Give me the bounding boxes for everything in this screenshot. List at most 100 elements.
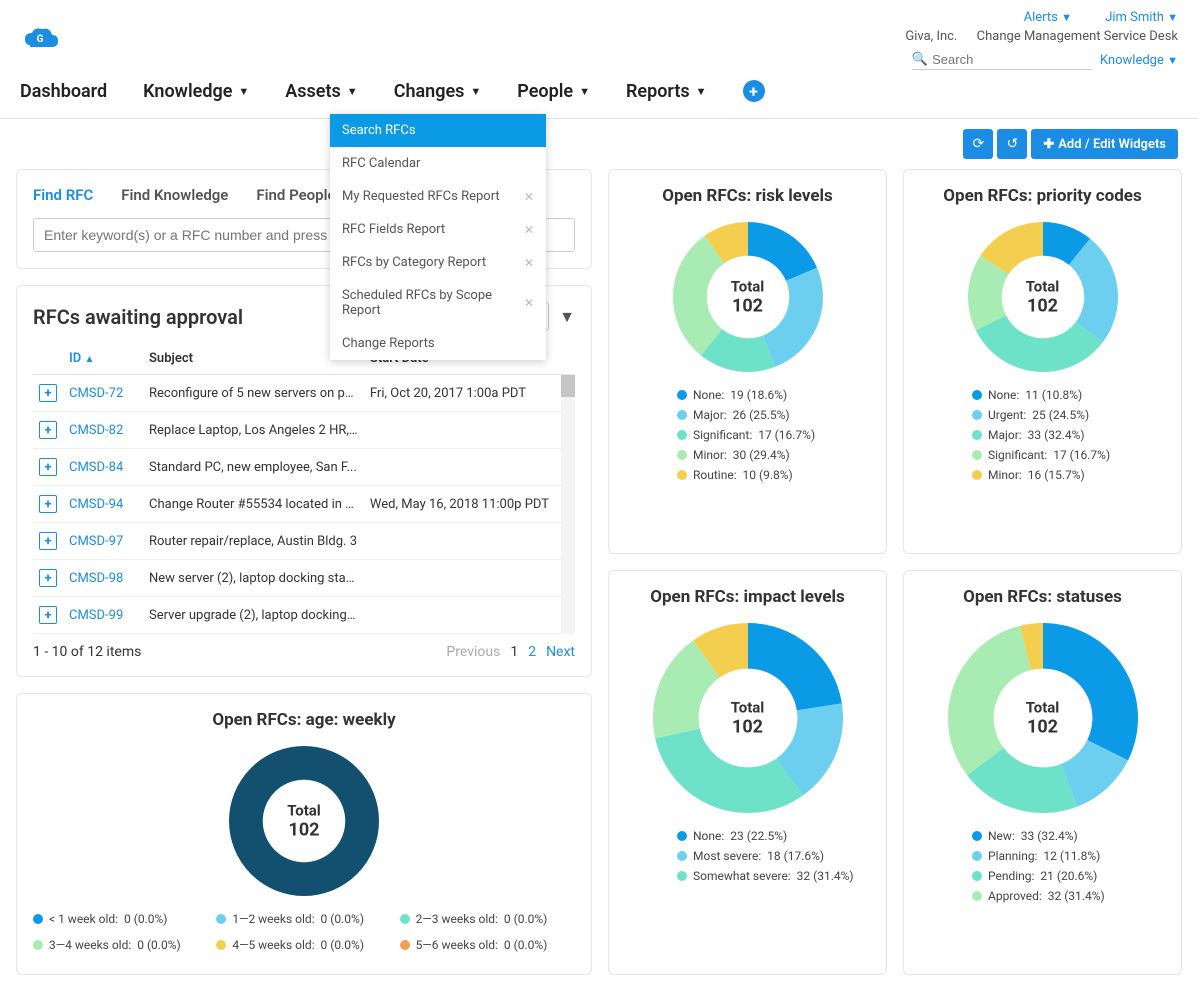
expand-button[interactable]: + [39, 569, 57, 587]
chevron-down-icon: ▼ [347, 85, 358, 98]
legend-dot-icon [677, 430, 687, 440]
legend-item: 2—3 weeks old: 0 (0.0%) [400, 912, 575, 926]
dropdown-item[interactable]: Scheduled RFCs by Scope Report✕ [330, 279, 546, 327]
chart-title: Open RFCs: priority codes [920, 186, 1165, 206]
dropdown-item[interactable]: Search RFCs [330, 114, 546, 147]
table-row: + CMSD-99 Server upgrade (2), laptop doc… [33, 597, 575, 634]
table-row: + CMSD-84 Standard PC, new employee, San… [33, 449, 575, 486]
nav-people[interactable]: People▼ [517, 81, 590, 102]
expand-button[interactable]: + [39, 532, 57, 550]
legend-dot-icon [33, 940, 43, 950]
table-row: + CMSD-98 New server (2), laptop docking… [33, 560, 575, 597]
dropdown-item[interactable]: My Requested RFCs Report✕ [330, 180, 546, 213]
add-edit-widgets-button[interactable]: ✚Add / Edit Widgets [1031, 129, 1178, 159]
filter-icon[interactable]: ▼ [559, 307, 575, 327]
pagination-next[interactable]: Next [546, 644, 575, 660]
expand-button[interactable]: + [39, 495, 57, 513]
close-icon[interactable]: ✕ [524, 256, 534, 270]
dropdown-item-label: RFCs by Category Report [342, 255, 486, 270]
legend-item: Major: 33 (32.4%) [972, 428, 1165, 442]
nav-assets[interactable]: Assets▼ [285, 81, 357, 102]
rfc-id-link[interactable]: CMSD-94 [63, 486, 143, 523]
find-rfc-tab[interactable]: Find RFC [33, 186, 93, 204]
rfc-id-link[interactable]: CMSD-99 [63, 597, 143, 634]
plus-icon: ✚ [1043, 137, 1054, 152]
dropdown-item-label: Search RFCs [342, 123, 416, 138]
dropdown-item[interactable]: RFC Calendar [330, 147, 546, 180]
legend-label: Major: 33 (32.4%) [988, 428, 1085, 442]
rfc-id-link[interactable]: CMSD-84 [63, 449, 143, 486]
legend-dot-icon [972, 891, 982, 901]
legend-dot-icon [972, 430, 982, 440]
legend-item: 4—5 weeks old: 0 (0.0%) [216, 938, 391, 952]
legend-label: None: 11 (10.8%) [988, 388, 1082, 402]
legend-item: < 1 week old: 0 (0.0%) [33, 912, 208, 926]
rfc-id-link[interactable]: CMSD-82 [63, 412, 143, 449]
legend-item: 5—6 weeks old: 0 (0.0%) [400, 938, 575, 952]
legend-label: Minor: 30 (29.4%) [693, 448, 790, 462]
chart-title: Open RFCs: age: weekly [33, 710, 575, 730]
rfc-id-link[interactable]: CMSD-72 [63, 375, 143, 412]
legend-dot-icon [400, 914, 410, 924]
legend-dot-icon [677, 450, 687, 460]
rfc-id-link[interactable]: CMSD-98 [63, 560, 143, 597]
donut-total-label: Total [1026, 699, 1060, 717]
legend-label: Routine: 10 (9.8%) [693, 468, 793, 482]
add-button[interactable]: + [743, 80, 765, 102]
legend-dot-icon [677, 831, 687, 841]
alerts-link[interactable]: Alerts ▼ [1024, 10, 1072, 25]
chart-legend: < 1 week old: 0 (0.0%) 1—2 weeks old: 0 … [33, 912, 575, 958]
awaiting-title: RFCs awaiting approval [33, 305, 243, 329]
nav-knowledge[interactable]: Knowledge▼ [143, 81, 249, 102]
col-id[interactable]: ID ▲ [63, 343, 143, 375]
legend-item: Most severe: 18 (17.6%) [677, 849, 870, 863]
legend-dot-icon [972, 871, 982, 881]
expand-button[interactable]: + [39, 458, 57, 476]
chart-legend: None: 23 (22.5%) Most severe: 18 (17.6%)… [625, 829, 870, 883]
pagination-page-2[interactable]: 2 [528, 644, 536, 660]
legend-dot-icon [216, 940, 226, 950]
search-icon: 🔍 [912, 52, 928, 67]
legend-item: Planning: 12 (11.8%) [972, 849, 1165, 863]
service-desk-label: Change Management Service Desk [977, 29, 1178, 44]
close-icon[interactable]: ✕ [524, 223, 534, 237]
pagination-page-1[interactable]: 1 [510, 644, 518, 660]
refresh-button[interactable]: ⟳ [963, 129, 993, 159]
nav-reports[interactable]: Reports▼ [626, 81, 707, 102]
global-search[interactable]: 🔍 [912, 50, 1092, 70]
table-row: + CMSD-97 Router repair/replace, Austin … [33, 523, 575, 560]
knowledge-filter-link[interactable]: Knowledge ▼ [1100, 53, 1178, 68]
close-icon[interactable]: ✕ [524, 190, 534, 204]
pagination-prev[interactable]: Previous [446, 644, 500, 660]
nav-changes[interactable]: Changes▼ [394, 81, 482, 102]
find-people-tab[interactable]: Find People [256, 186, 335, 204]
legend-item: New: 33 (32.4%) [972, 829, 1165, 843]
legend-item: None: 23 (22.5%) [677, 829, 870, 843]
legend-dot-icon [972, 390, 982, 400]
scrollbar[interactable] [561, 375, 575, 634]
legend-item: 3—4 weeks old: 0 (0.0%) [33, 938, 208, 952]
undo-icon: ↺ [1006, 136, 1018, 152]
undo-button[interactable]: ↺ [997, 129, 1027, 159]
legend-label: Significant: 17 (16.7%) [693, 428, 815, 442]
legend-dot-icon [972, 410, 982, 420]
nav-dashboard[interactable]: Dashboard [20, 81, 107, 102]
donut-total-value: 102 [731, 296, 765, 317]
expand-button[interactable]: + [39, 606, 57, 624]
search-input[interactable] [928, 50, 1068, 69]
dropdown-item[interactable]: Change Reports [330, 327, 546, 360]
rfc-id-link[interactable]: CMSD-97 [63, 523, 143, 560]
dropdown-item[interactable]: RFCs by Category Report ✕ [330, 246, 546, 279]
legend-label: 5—6 weeks old: 0 (0.0%) [416, 938, 548, 952]
expand-button[interactable]: + [39, 421, 57, 439]
legend-label: Planning: 12 (11.8%) [988, 849, 1100, 863]
close-icon[interactable]: ✕ [524, 296, 534, 310]
expand-button[interactable]: + [39, 384, 57, 402]
user-menu[interactable]: Jim Smith ▼ [1105, 10, 1178, 25]
legend-dot-icon [677, 851, 687, 861]
dropdown-item[interactable]: RFC Fields Report✕ [330, 213, 546, 246]
legend-label: None: 19 (18.6%) [693, 388, 787, 402]
dropdown-item-label: Scheduled RFCs by Scope Report [342, 288, 524, 318]
find-knowledge-tab[interactable]: Find Knowledge [121, 186, 228, 204]
chart-legend: New: 33 (32.4%) Planning: 12 (11.8%) Pen… [920, 829, 1165, 903]
